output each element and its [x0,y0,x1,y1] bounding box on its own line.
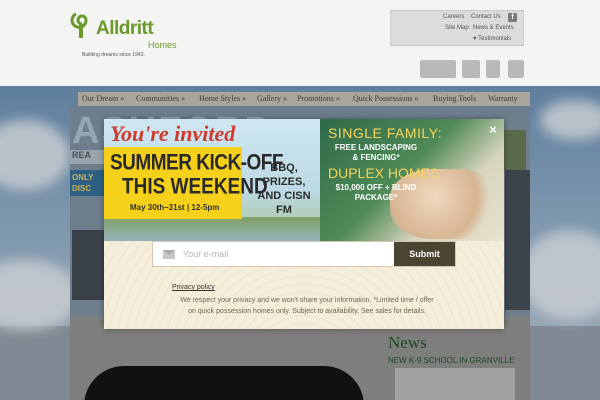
logo-name: Alldritt [96,18,154,39]
submit-button[interactable]: Submit [394,242,455,266]
nav-gallery[interactable]: Gallery » [257,94,287,103]
top-links-box: Careers Contact Us f Site Map News & Eve… [390,10,524,46]
single-family-heading: SINGLE FAMILY: [328,125,443,141]
privacy-policy-link[interactable]: Privacy policy [172,284,215,291]
nav-quick-possessions[interactable]: Quick Possessions » [353,94,418,103]
email-form: Submit [152,241,456,267]
promo-right-panel: SINGLE FAMILY: FREE LANDSCAPING & FENCIN… [320,119,504,241]
news-heading: News [388,333,427,352]
event-extras: BBQ, PRIZES, AND CISN FM [257,162,311,216]
logo-tagline: Building dreams since 1943. [82,52,145,58]
facebook-icon[interactable]: f [508,13,517,22]
certification-icons [420,60,530,80]
warranty-badge-icon [508,60,524,78]
sign-image [504,130,526,170]
landscaping-offer: FREE LANDSCAPING & FENCING* [334,143,418,162]
alldritt-logo[interactable]: Alldritt Homes Building dreams since 194… [70,10,190,60]
site-map-link[interactable]: Site Map [445,25,469,31]
news-thumbnail[interactable] [395,368,515,400]
close-icon[interactable]: × [486,123,500,137]
hero-offer-strip: ONLY DISC [70,170,104,196]
nav-our-dream[interactable]: Our Dream » [82,94,124,103]
event-dates: May 30th–31st | 12-5pm [130,203,220,212]
site-header: Alldritt Homes Building dreams since 194… [0,0,600,86]
invited-heading: You're invited [110,121,236,146]
award-badge-icon [462,60,480,78]
news-events-link[interactable]: News & Events [473,25,514,31]
home-builders-badge-icon [420,60,456,78]
main-nav: Our Dream » Communities » Home Styles » … [78,92,530,106]
house-image [505,170,530,310]
logo-swirl-icon [70,12,88,38]
lake-image [104,217,320,241]
nav-warranty[interactable]: Warranty [488,94,518,103]
hero-offer-line1: ONLY [72,173,94,182]
hero-offer-line2: DISC [72,184,92,193]
careers-link[interactable]: Careers [443,14,464,20]
video-player[interactable] [84,366,364,400]
hero-strip: REA [70,150,104,164]
logo-sub: Homes [148,40,177,50]
promo-left-panel: You're invited SUMMER KICK-OFF THIS WEEK… [104,119,320,241]
news-item-link[interactable]: NEW K-9 SCHOOL IN GRANVILLE [388,356,514,365]
email-input[interactable] [183,242,393,266]
contact-us-link[interactable]: Contact Us [471,14,501,20]
duplex-heading: DUPLEX HOMES: [328,165,444,181]
envelope-icon [163,250,175,259]
duplex-offer: $10,000 OFF + BLIND PACKAGE* [335,183,417,202]
nav-promotions[interactable]: Promotions » [297,94,340,103]
nav-buying-tools[interactable]: Buying Tools [433,94,476,103]
bbb-badge-icon [486,60,500,78]
testimonials-link[interactable]: ♥ Testimonials [473,36,511,42]
privacy-disclaimer: We respect your privacy and we won't sha… [180,297,434,315]
house-image [72,230,104,300]
nav-communities[interactable]: Communities » [136,94,185,103]
kickoff-line2: THIS WEEKEND [122,175,268,200]
promo-modal: You're invited SUMMER KICK-OFF THIS WEEK… [104,119,504,329]
nav-home-styles[interactable]: Home Styles » [199,94,246,103]
